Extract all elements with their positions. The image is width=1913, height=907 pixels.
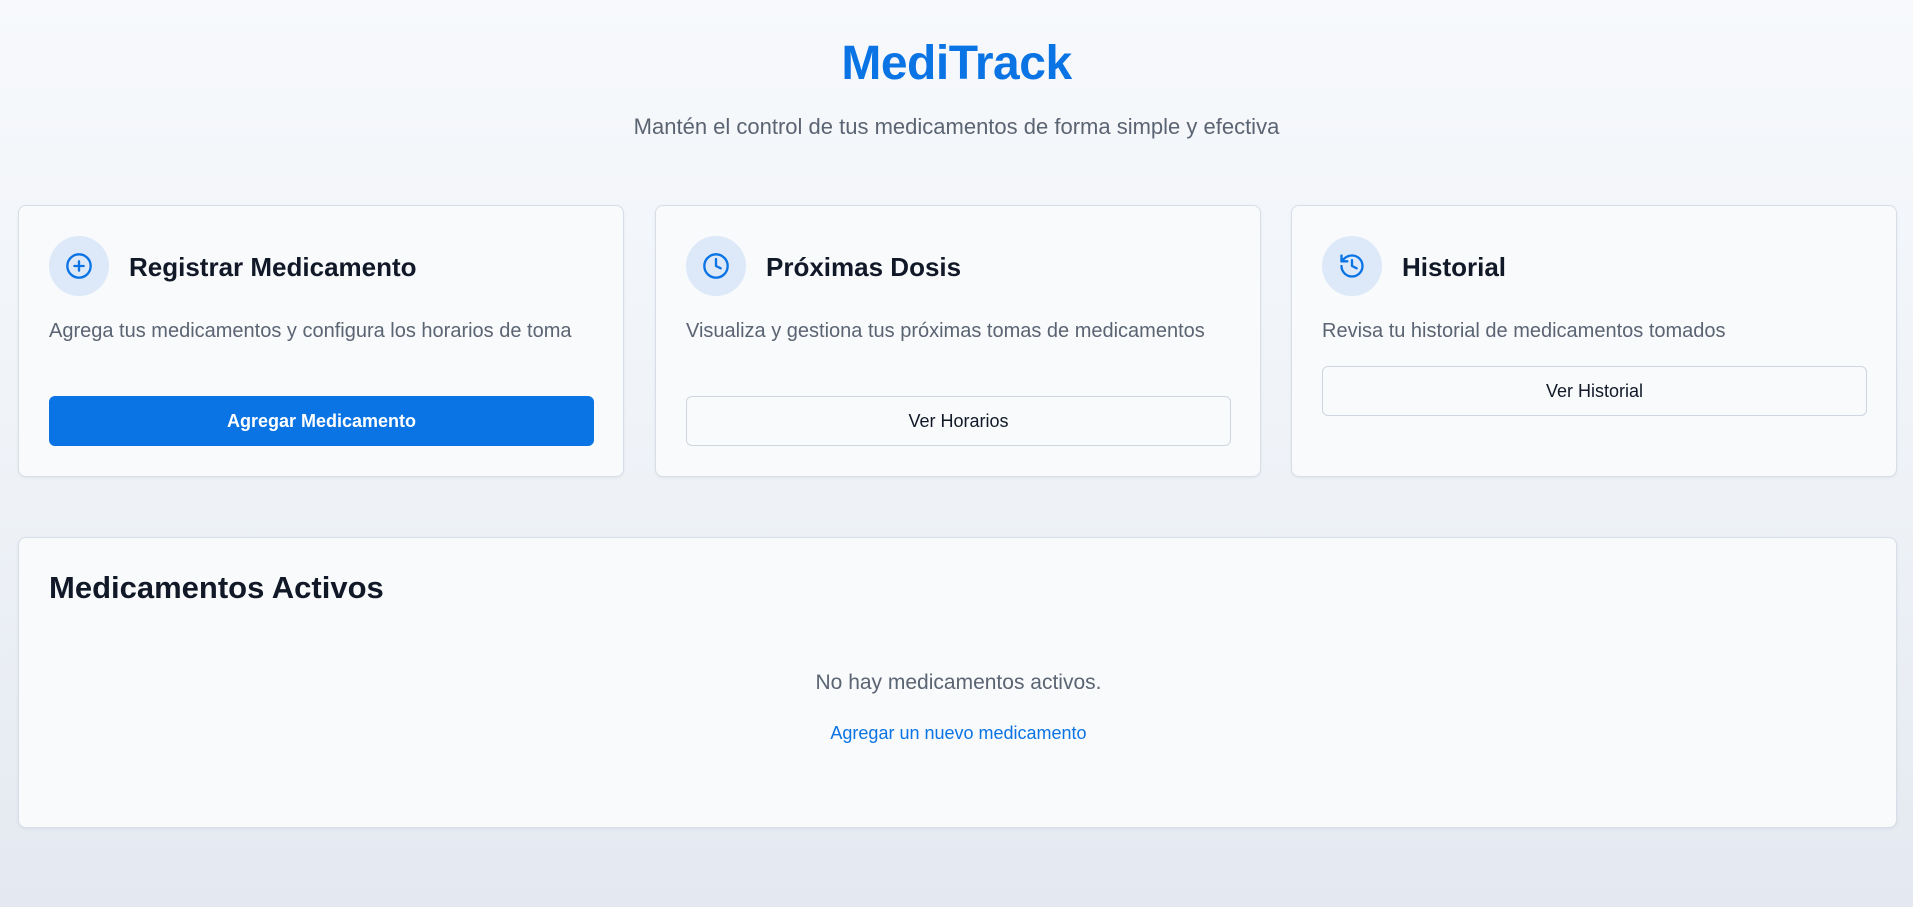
card-description: Revisa tu historial de medicamentos toma… [1322,320,1726,342]
card-description: Visualiza y gestiona tus próximas tomas … [686,320,1205,342]
history-icon [1322,236,1382,296]
empty-state-link-row: Agregar un nuevo medicamento [19,720,1898,746]
card-title: Historial [1402,252,1507,282]
history-card: Historial Revisa tu historial de medicam… [1291,205,1897,477]
card-title: Registrar Medicamento [129,252,417,282]
clock-icon [686,236,746,296]
card-title: Próximas Dosis [766,252,962,282]
add-new-medication-link[interactable]: Agregar un nuevo medicamento [830,723,1086,743]
view-history-button[interactable]: Ver Historial [1322,366,1867,416]
app-title: MediTrack [841,37,1072,90]
add-medication-button[interactable]: Agregar Medicamento [49,396,594,446]
upcoming-doses-card: Próximas Dosis Visualiza y gestiona tus … [655,205,1261,477]
active-medications-panel: Medicamentos Activos No hay medicamentos… [18,537,1897,828]
card-description: Agrega tus medicamentos y configura los … [49,320,572,342]
empty-state-message: No hay medicamentos activos. [815,671,1102,694]
view-schedules-button[interactable]: Ver Horarios [686,396,1231,446]
plus-circle-icon [49,236,109,296]
app-subtitle: Mantén el control de tus medicamentos de… [633,114,1280,139]
section-title: Medicamentos Activos [49,570,384,605]
register-medication-card: Registrar Medicamento Agrega tus medicam… [18,205,624,477]
